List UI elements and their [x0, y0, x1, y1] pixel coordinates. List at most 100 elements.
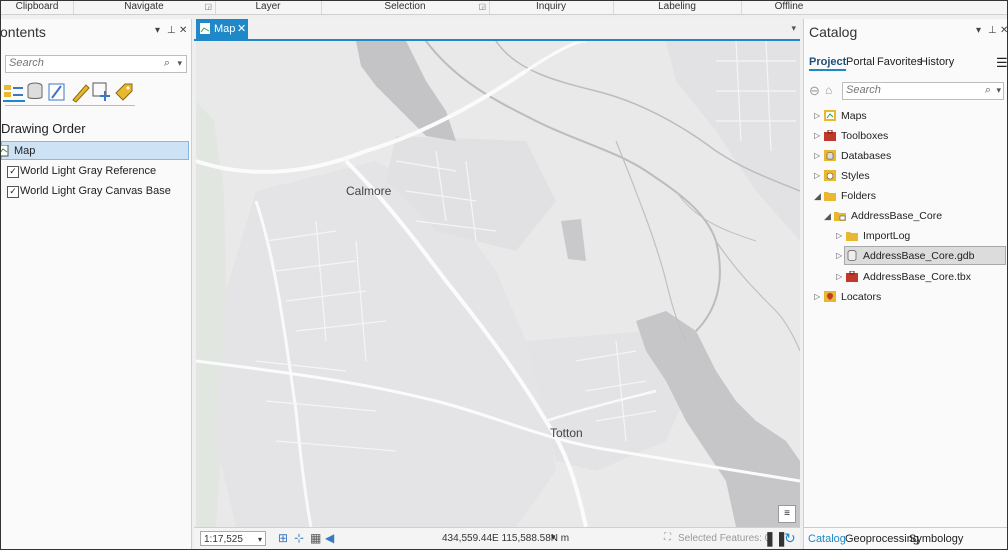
tab-project[interactable]: Project: [809, 56, 847, 71]
ribbon-group-label: Layer: [255, 1, 281, 12]
chevron-down-icon[interactable]: ▾: [177, 58, 182, 69]
tab-geoprocessing[interactable]: Geoprocessing: [845, 533, 919, 545]
close-tab-icon[interactable]: ✕: [237, 19, 246, 39]
locator-icon: [824, 291, 836, 302]
tree-item-databases[interactable]: ▷ Databases: [814, 147, 994, 165]
tree-item-locators[interactable]: ▷ Locators: [814, 288, 994, 306]
search-icon[interactable]: ⌕: [164, 57, 170, 70]
ribbon-group-clipboard[interactable]: Clipboard: [1, 1, 74, 14]
close-icon[interactable]: ✕: [1000, 25, 1007, 36]
list-by-source-icon[interactable]: [25, 81, 47, 103]
chevron-down-icon[interactable]: ▾: [551, 532, 556, 543]
list-by-editing-icon[interactable]: [69, 81, 91, 103]
layer-visibility-checkbox[interactable]: ✓: [7, 166, 19, 178]
collapse-arrow-icon[interactable]: ◢: [814, 187, 821, 205]
expand-arrow-icon[interactable]: ▷: [836, 227, 842, 245]
tree-item-addressbase-core-gdb[interactable]: ▷ AddressBase_Core.gdb: [836, 246, 1006, 265]
ribbon-group-label: Clipboard: [15, 1, 59, 12]
chevron-down-icon[interactable]: ▾: [996, 85, 1001, 96]
tab-map[interactable]: Map ✕: [196, 19, 248, 39]
map-view[interactable]: Calmore Totton ≡: [196, 41, 800, 527]
toolbox-icon: [846, 271, 858, 282]
tree-item-toolboxes[interactable]: ▷ Toolboxes: [814, 127, 994, 145]
close-icon[interactable]: ✕: [179, 25, 187, 36]
tab-favorites[interactable]: Favorites: [877, 56, 922, 68]
scale-selector[interactable]: 1:17,525 ▾: [200, 531, 266, 546]
pane-options-icon[interactable]: ▾: [155, 25, 160, 36]
tab-portal[interactable]: Portal: [846, 56, 875, 68]
search-icon[interactable]: ⌕: [985, 84, 991, 97]
expand-arrow-icon[interactable]: ▷: [814, 127, 820, 145]
pane-options-icon[interactable]: ▾: [976, 25, 981, 36]
expand-arrow-icon[interactable]: ▷: [814, 147, 820, 165]
menu-icon[interactable]: ☰: [996, 55, 1007, 71]
list-by-drawing-order-icon[interactable]: [3, 81, 25, 103]
tree-item-styles[interactable]: ▷ Styles: [814, 167, 994, 185]
tree-item-maps[interactable]: ▷ Maps: [814, 107, 994, 125]
catalog-search-input[interactable]: [846, 84, 966, 96]
contents-title: ontents: [0, 24, 46, 40]
ribbon-group-navigate[interactable]: Navigate ◲: [73, 1, 216, 14]
audio-icon[interactable]: ◀: [325, 531, 334, 545]
layer-map[interactable]: Map: [1, 141, 189, 160]
tree-label: AddressBase_Core: [851, 210, 943, 222]
tree-label: Toolboxes: [841, 130, 889, 142]
tree-item-folders[interactable]: ◢ Folders: [814, 187, 994, 205]
pin-icon[interactable]: ⊥: [988, 25, 997, 36]
catalog-search-field[interactable]: ⌕ ▾: [842, 82, 1004, 100]
contents-pane: ontents ▾ ⊥ ✕ ⌕ ▾: [1, 19, 192, 549]
tree-item-importlog[interactable]: ▷ ImportLog: [836, 227, 994, 245]
list-by-labeling-icon[interactable]: [113, 81, 135, 103]
ribbon-group-offline[interactable]: Offline: [741, 1, 837, 14]
ribbon-group-labeling[interactable]: Labeling: [613, 1, 742, 14]
expand-arrow-icon[interactable]: ▷: [814, 167, 820, 185]
styles-icon: [824, 170, 836, 181]
ribbon-group-label: Inquiry: [535, 1, 566, 12]
fixed-extent-icon[interactable]: ⊹: [294, 531, 304, 545]
place-label-totton: Totton: [550, 426, 583, 440]
map-overview-toggle-icon[interactable]: ≡: [778, 505, 796, 523]
ribbon-group-layer[interactable]: Layer: [215, 1, 322, 14]
refresh-icon[interactable]: ↻: [784, 530, 796, 547]
tree-item-addressbase-core[interactable]: ◢ AddressBase_Core: [824, 207, 994, 225]
tab-history[interactable]: History: [920, 56, 954, 68]
maps-icon: [824, 110, 836, 121]
contents-search-input[interactable]: [9, 57, 149, 69]
toolbar-divider: [5, 105, 135, 106]
grid-icon[interactable]: ▦: [310, 531, 321, 545]
list-by-selection-icon[interactable]: [47, 81, 69, 103]
fixed-zoom-icon[interactable]: ⊞: [278, 531, 288, 545]
expand-arrow-icon[interactable]: ▷: [836, 268, 842, 286]
dialog-launcher-icon[interactable]: ◲: [478, 1, 486, 13]
home-icon[interactable]: ⌂: [825, 83, 832, 97]
layer-world-light-gray-reference[interactable]: ✓ World Light Gray Reference: [1, 162, 189, 181]
ribbon-group-inquiry[interactable]: Inquiry: [489, 1, 614, 14]
drawing-order-heading: Drawing Order: [1, 121, 86, 136]
tab-catalog[interactable]: Catalog: [808, 533, 846, 545]
ribbon-group-bar: Clipboard Navigate ◲ Layer Selection ◲ Inq…: [1, 1, 1007, 15]
app-window: Clipboard Navigate ◲ Layer Selection ◲ Inq…: [0, 0, 1008, 550]
catalog-pane: Catalog ▾ ⊥ ✕ Project Portal Favorites H…: [803, 19, 1007, 549]
folder-icon: [846, 232, 858, 241]
contents-search-field[interactable]: ⌕ ▾: [5, 55, 187, 73]
tab-list-dropdown-icon[interactable]: ▾: [791, 23, 796, 34]
map-icon: [200, 23, 210, 34]
tree-item-addressbase-core-tbx[interactable]: ▷ AddressBase_Core.tbx: [836, 268, 994, 286]
pin-icon[interactable]: ⊥: [167, 25, 176, 36]
expand-arrow-icon[interactable]: ▷: [814, 288, 820, 306]
dialog-launcher-icon[interactable]: ◲: [204, 1, 212, 13]
layer-visibility-checkbox[interactable]: ✓: [7, 186, 19, 198]
layer-label: World Light Gray Canvas Base: [20, 185, 171, 197]
expand-arrow-icon[interactable]: ▷: [836, 247, 842, 265]
layer-world-light-gray-canvas-base[interactable]: ✓ World Light Gray Canvas Base: [1, 182, 189, 201]
tree-label: Databases: [841, 150, 892, 162]
tab-symbology[interactable]: Symbology: [909, 533, 963, 545]
basemap-canvas: [196, 41, 800, 527]
collapse-arrow-icon[interactable]: ◢: [824, 207, 831, 225]
ribbon-group-selection[interactable]: Selection ◲: [321, 1, 490, 14]
list-by-snapping-icon[interactable]: [91, 81, 113, 103]
folder-connection-icon: [834, 212, 846, 221]
chevron-down-icon[interactable]: ▾: [258, 532, 262, 547]
back-icon[interactable]: ⊖: [809, 83, 820, 99]
expand-arrow-icon[interactable]: ▷: [814, 107, 820, 125]
